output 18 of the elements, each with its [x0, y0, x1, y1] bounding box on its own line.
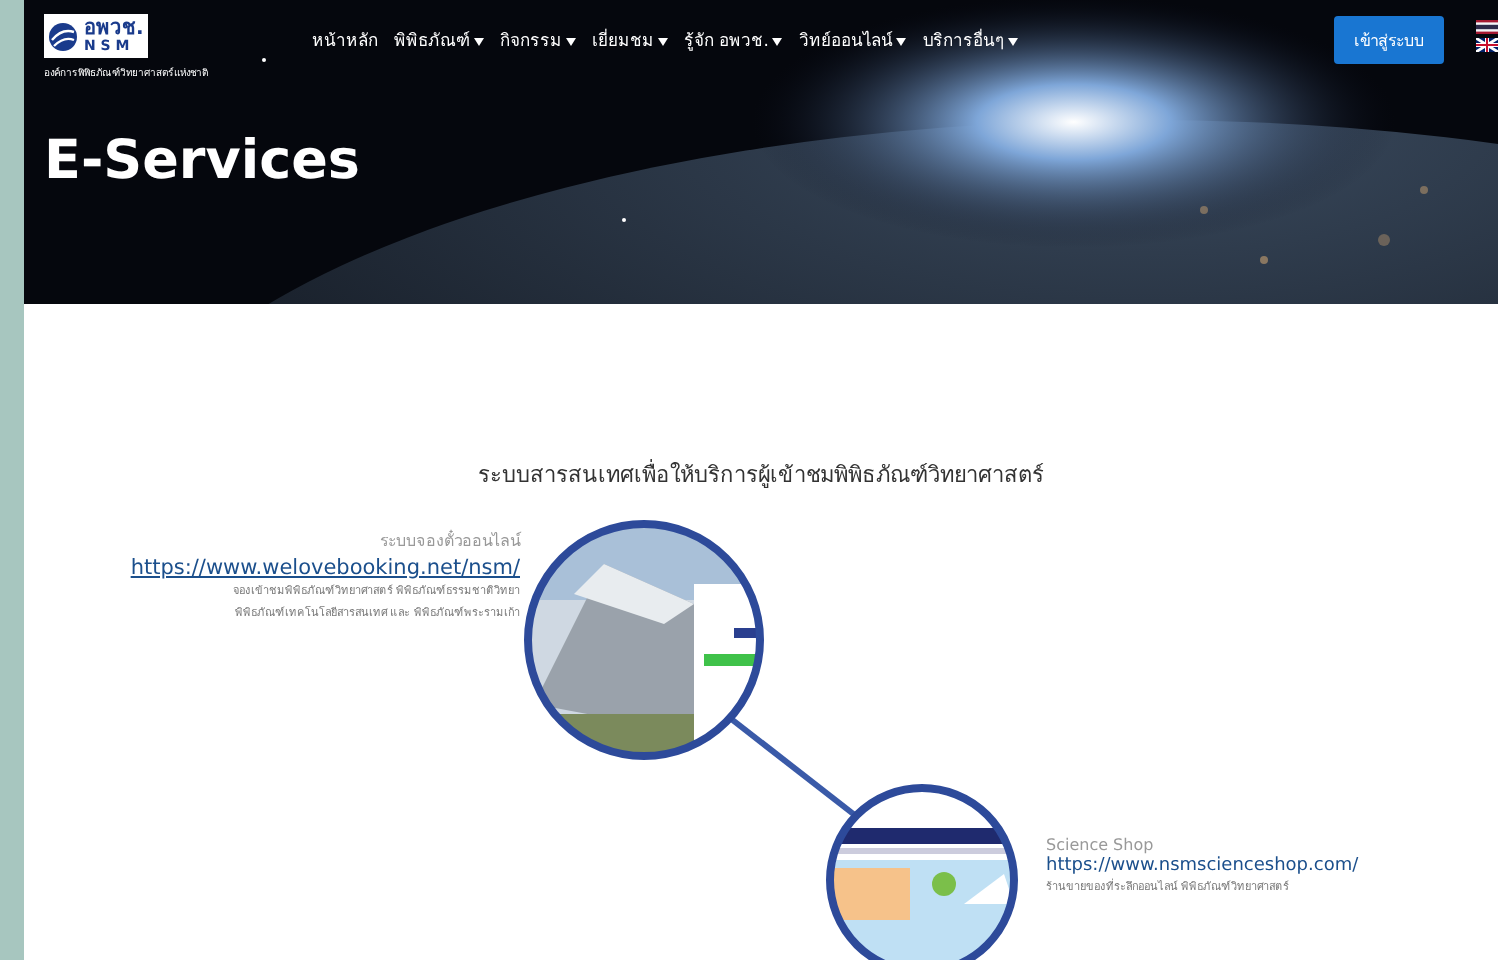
globe-icon	[48, 21, 78, 51]
nav-menu-item[interactable]: เยี่ยมชม	[592, 26, 668, 54]
connector-line	[728, 715, 858, 819]
nav-menu-item[interactable]: วิทย์ออนไลน์	[798, 26, 907, 54]
service-link[interactable]: https://www.nsmscienceshop.com/	[1046, 856, 1359, 876]
nav-menu-item[interactable]: พิพิธภัณฑ์	[394, 26, 484, 54]
nav-menu-item[interactable]: หน้าหลัก	[312, 26, 378, 54]
uk-flag-icon[interactable]	[1476, 38, 1498, 52]
page-title: E-Services	[44, 130, 362, 192]
nav-menu-item[interactable]: บริการอื่นๆ	[922, 26, 1019, 54]
nav-menu-item[interactable]: กิจกรรม	[500, 26, 576, 54]
service-link[interactable]: https://www.welovebooking.net/nsm/	[130, 556, 520, 580]
service-name: ระบบจองตั๋วออนไลน์	[380, 528, 520, 554]
login-button[interactable]: เข้าสู่ระบบ	[1334, 16, 1444, 64]
thai-flag-icon[interactable]	[1476, 20, 1498, 34]
nav-menu-item[interactable]: รู้จัก อพวช.	[684, 26, 783, 54]
service-name: Science Shop	[1046, 836, 1154, 854]
section-heading: ระบบสารสนเทศเพื่อให้บริการผู้เข้าชมพิพิธภัณฑ์วิทยาศาสตร์	[476, 457, 1046, 492]
